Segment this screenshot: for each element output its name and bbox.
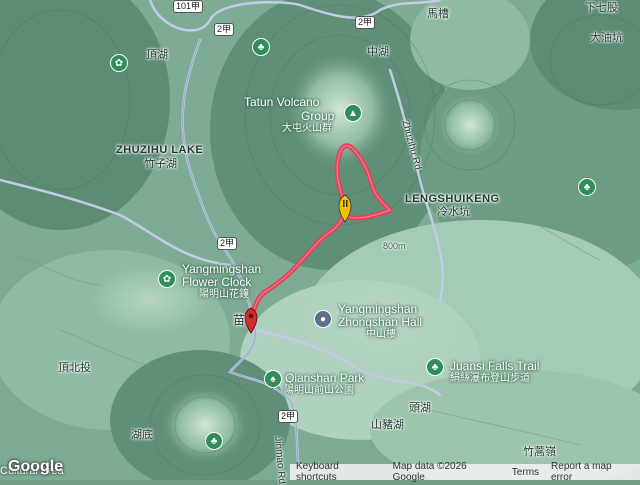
place-dingjing: 頂湖 <box>146 49 168 61</box>
place-daiukeng: 大油坑 <box>590 32 623 44</box>
poi-flower-zh[interactable]: 陽明山花鐘 <box>199 289 249 301</box>
park-pin-icon[interactable]: ♠ <box>264 370 282 388</box>
place-shanzhuhu: 山豬湖 <box>371 419 404 431</box>
road-shield-2a: 2甲 <box>217 237 238 250</box>
park-pin-icon[interactable]: ♣ <box>252 38 270 56</box>
flower-pin-icon[interactable]: ✿ <box>110 54 128 72</box>
place-xiaqi: 下七股 <box>585 2 618 14</box>
poi-zhongshan-zh[interactable]: 中山樓 <box>366 329 396 341</box>
place-hudi: 湖底 <box>131 429 153 441</box>
road-shield-2a: 2甲 <box>214 23 235 36</box>
terrain-map[interactable] <box>0 0 640 480</box>
google-logo: Google <box>8 458 64 475</box>
flower-pin-icon[interactable]: ✿ <box>158 270 176 288</box>
terms-link[interactable]: Terms <box>506 467 545 478</box>
poi-juansi-zh[interactable]: 絹絲瀑布登山步道 <box>450 373 530 385</box>
road-shield-2a: 2甲 <box>355 16 376 29</box>
place-dingbeitou: 頂北投 <box>58 362 91 374</box>
place-toupu: 頭湖 <box>409 402 431 414</box>
poi-zhongshan-en2[interactable]: Zhongshan Hall <box>338 316 422 329</box>
poi-juansi-en[interactable]: Juansi Falls Trail <box>450 360 539 373</box>
place-zhuhaoling: 竹蒿嶺 <box>523 446 556 458</box>
road-shield-101: 101甲 <box>173 0 204 13</box>
place-zhuzihu-zh: 竹子湖 <box>144 158 177 170</box>
poi-tatun-zh[interactable]: 大屯火山群 <box>282 123 332 135</box>
landmark-pin-icon[interactable]: ● <box>314 310 332 328</box>
poi-flower-en2[interactable]: Flower Clock <box>182 276 251 289</box>
poi-qianshan-zh[interactable]: 陽明山前山公園 <box>284 385 354 397</box>
place-miao: 苗 <box>233 313 246 327</box>
mountain-pin-icon[interactable]: ▲ <box>344 104 362 122</box>
trail-pin-icon[interactable]: ♣ <box>426 358 444 376</box>
poi-zhongshan-en[interactable]: Yangmingshan <box>338 303 417 316</box>
place-zhuzihu-en: ZHUZIHU LAKE <box>116 144 204 156</box>
elevation-label: 800m <box>383 241 406 251</box>
place-lengshuikeng-zh: 冷水坑 <box>437 206 470 218</box>
road-shield-2a: 2甲 <box>278 410 299 423</box>
place-macao: 馬槽 <box>427 8 449 20</box>
trail-pin-icon[interactable]: ♣ <box>578 178 596 196</box>
poi-qianshan-en[interactable]: Qianshan Park <box>285 372 364 385</box>
poi-tatun-en2[interactable]: Group <box>301 110 334 123</box>
poi-flower-en[interactable]: Yangmingshan <box>182 263 261 276</box>
poi-tatun-en[interactable]: Tatun Volcano <box>244 96 319 109</box>
place-lengshuikeng-en: LENGSHUIKENG <box>405 193 500 205</box>
attribution-bar: Keyboard shortcuts Map data ©2026 Google… <box>290 461 640 483</box>
place-zhonghu: 中湖 <box>367 46 389 58</box>
park-pin-icon[interactable]: ♣ <box>205 432 223 450</box>
